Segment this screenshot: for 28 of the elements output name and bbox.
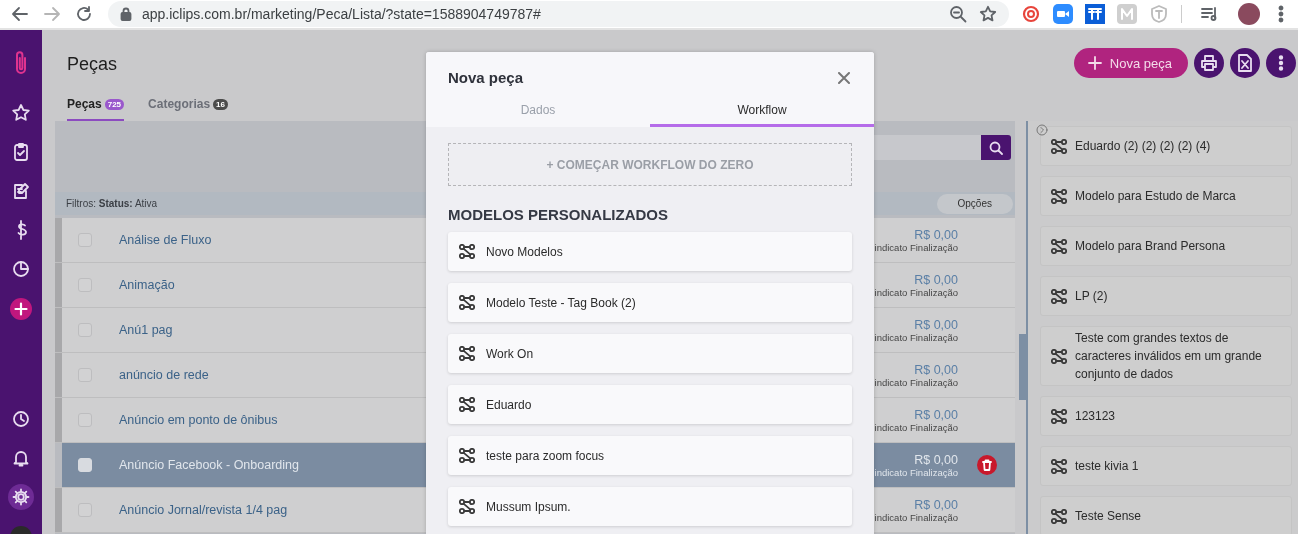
price: R$ 0,00 — [914, 362, 958, 377]
item-name: Anúncio em ponto de ônibus — [119, 413, 278, 427]
page-title: Peças — [67, 54, 119, 75]
price: R$ 0,00 — [914, 407, 958, 422]
item-name: Anúncio Facebook - Onboarding — [119, 458, 299, 472]
status-text: indicato Finalização — [874, 331, 958, 343]
filter-text: Filtros: Status: Ativa — [66, 198, 158, 209]
price: R$ 0,00 — [914, 272, 958, 287]
price: R$ 0,00 — [914, 497, 958, 512]
status-text: indicato Finalização — [874, 421, 958, 433]
url-text: app.iclips.com.br/marketing/Peca/Lista/?state=1588904749787# — [142, 6, 541, 22]
count-badge: 725 — [104, 98, 125, 110]
item-name: Anúncio Jornal/revista 1/4 pag — [119, 503, 288, 517]
status-text: indicato Finalização — [874, 376, 958, 388]
status-text: indicato Finalização — [874, 466, 958, 478]
item-name: Anú1 pag — [119, 323, 173, 337]
price: R$ 0,00 — [914, 227, 958, 242]
modal-title: Nova peça — [448, 69, 524, 86]
section-heading: MODELOS PERSONALIZADOS — [448, 206, 669, 223]
status-text: indicato Finalização — [874, 286, 958, 298]
item-name: Análise de Fluxo — [119, 233, 212, 247]
item-name: anúncio de rede — [119, 368, 209, 382]
status-text: indicato Finalização — [874, 511, 958, 523]
item-name: Animação — [119, 278, 175, 292]
count-badge: 16 — [213, 98, 228, 110]
status-text: indicato Finalização — [874, 241, 958, 253]
price: R$ 0,00 — [914, 317, 958, 332]
price: R$ 0,00 — [914, 452, 958, 467]
